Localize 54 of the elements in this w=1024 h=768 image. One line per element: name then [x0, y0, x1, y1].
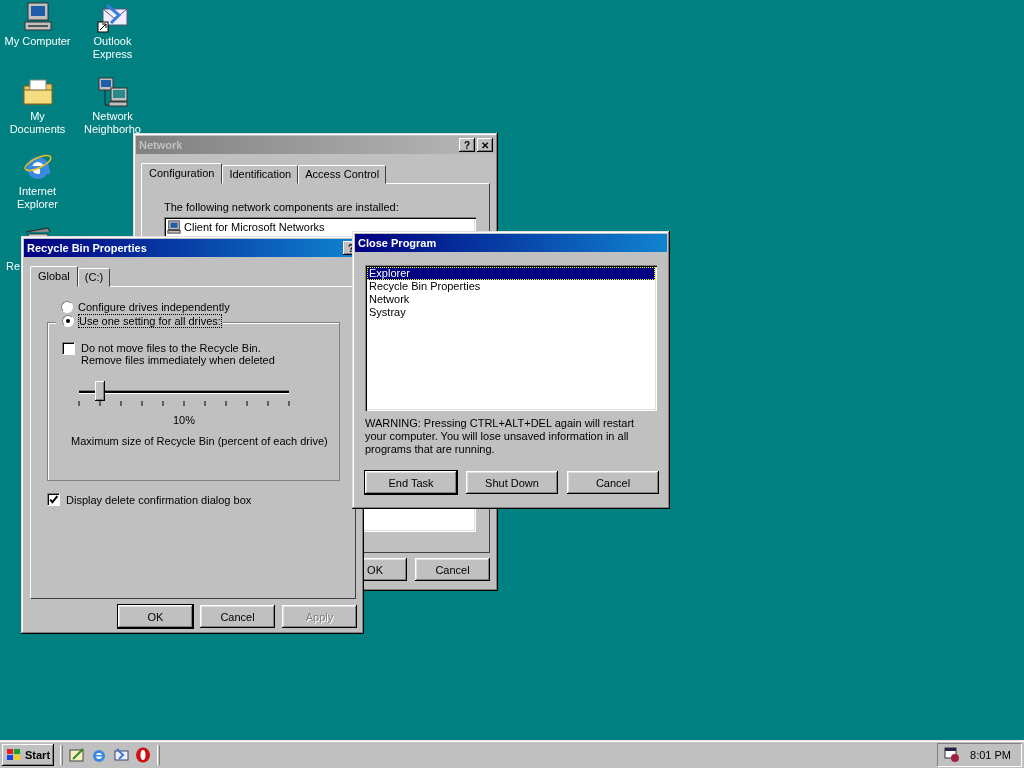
- tab[interactable]: Global: [30, 266, 78, 287]
- slider-label: Maximum size of Recycle Bin (percent of each drive): [71, 435, 329, 447]
- checkbox[interactable]: [62, 342, 75, 355]
- components-label: The following network components are installed:: [164, 201, 400, 213]
- folder-icon: [21, 76, 54, 108]
- tab[interactable]: Identification: [222, 165, 299, 184]
- checkbox-label[interactable]: Display delete confirmation dialog box: [66, 493, 252, 506]
- program-item[interactable]: Recycle Bin Properties: [367, 280, 483, 293]
- slider-thumb[interactable]: [95, 381, 105, 401]
- icon-label[interactable]: Outlook Express: [76, 35, 149, 61]
- mail-icon[interactable]: [113, 746, 130, 763]
- checkbox-sublabel: Remove files immediately when deleted: [81, 354, 275, 366]
- windows-flag-icon: [6, 747, 22, 762]
- window-title: Network: [139, 139, 183, 151]
- dialog-button[interactable]: Cancel: [200, 605, 275, 628]
- tab[interactable]: Access Control: [298, 165, 387, 184]
- dialog-button[interactable]: OK: [118, 605, 193, 628]
- radio-button[interactable]: [61, 301, 73, 313]
- program-item[interactable]: Network: [367, 293, 412, 306]
- start-button[interactable]: Start: [2, 743, 55, 766]
- radio-label[interactable]: Configure drives independently: [78, 301, 230, 313]
- computer-icon: [21, 1, 54, 33]
- program-item[interactable]: Systray: [367, 306, 408, 319]
- dialog-button[interactable]: Shut Down: [466, 471, 558, 494]
- program-item[interactable]: Explorer: [367, 267, 655, 280]
- opera-o-icon[interactable]: [135, 746, 152, 763]
- slider-track[interactable]: [79, 381, 289, 401]
- tab[interactable]: (C:): [77, 268, 111, 287]
- checkbox-label[interactable]: Do not move files to the Recycle Bin.: [81, 342, 275, 354]
- program-list[interactable]: Explorer Recycle Bin Properties Network Systray: [365, 265, 657, 411]
- clock: 8:01 PM: [970, 748, 1011, 761]
- help-button[interactable]: ?: [459, 138, 475, 152]
- desktop-pencil-icon[interactable]: [69, 746, 86, 763]
- close-button[interactable]: ✕: [477, 138, 493, 152]
- radio-button[interactable]: [62, 315, 74, 327]
- icon-label[interactable]: Internet Explorer: [1, 185, 74, 211]
- network-computers-icon: [96, 76, 129, 108]
- icon-label[interactable]: Network Neighborho: [76, 110, 149, 136]
- mail-icon: [96, 1, 129, 33]
- dialog-button[interactable]: End Task: [365, 471, 457, 494]
- dialog-button[interactable]: Cancel: [415, 558, 490, 581]
- window-title: Recycle Bin Properties: [27, 242, 147, 254]
- icon-label[interactable]: My Documents: [1, 110, 74, 136]
- icon-label[interactable]: Re: [6, 260, 21, 273]
- component-item[interactable]: Client for Microsoft Networks: [184, 221, 325, 233]
- warning-text: WARNING: Pressing CTRL+ALT+DEL again will restart your computer. You will lose unsaved information in all programs that are running.: [365, 417, 636, 456]
- checkbox[interactable]: [47, 493, 60, 506]
- slider-reading: 10%: [172, 414, 196, 426]
- computer-icon: [167, 220, 181, 234]
- dialog-button[interactable]: Cancel: [567, 471, 659, 494]
- scheduler-icon[interactable]: [944, 746, 961, 763]
- icon-label[interactable]: My Computer: [1, 35, 74, 48]
- tab[interactable]: Configuration: [141, 163, 223, 184]
- window-title: Close Program: [358, 237, 437, 249]
